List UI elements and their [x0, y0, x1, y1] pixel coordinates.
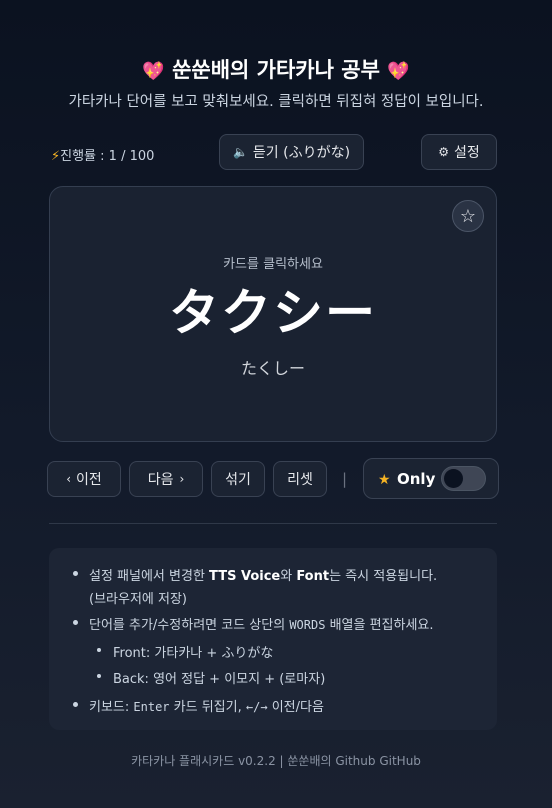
shuffle-button-label: 섞기: [225, 472, 251, 488]
only-label: Only: [397, 470, 436, 488]
sub-bullet: [97, 674, 101, 678]
card-word: タクシー: [169, 284, 377, 342]
progress-label: 진행률 : 1 / 100: [60, 149, 155, 164]
progress-indicator: ⚡진행률 : 1 / 100: [51, 145, 154, 164]
speaker-icon: 🔈: [232, 145, 248, 159]
toggle-knob: [444, 469, 463, 488]
next-button[interactable]: 다음 ›: [129, 461, 203, 497]
page-title-text: 쑨쑨배의 가타카나 공부: [172, 58, 380, 82]
footer: 카타카나 플래시카드 v0.2.2 | 쑨쑨배의 Github GitHub: [131, 754, 421, 768]
star-icon: ☆: [459, 205, 477, 227]
next-button-label: 다음: [147, 472, 174, 488]
lightning-icon: ⚡: [51, 149, 61, 164]
settings-button[interactable]: ⚙ 설정: [421, 134, 497, 170]
shuffle-button[interactable]: 섞기: [211, 461, 265, 497]
prev-button-label: 이전: [76, 472, 102, 488]
bullet: [73, 620, 78, 625]
settings-button-label: 설정: [454, 145, 480, 161]
divider: [49, 523, 497, 524]
info-subitem-front: Front: 가타카나 + ふりがな: [113, 646, 274, 661]
chevron-right-icon: ›: [179, 472, 185, 486]
gear-icon: ⚙: [438, 145, 449, 159]
bullet: [73, 571, 78, 576]
card-reading: たくしー: [240, 359, 305, 378]
separator: |: [342, 470, 348, 488]
sub-bullet: [97, 648, 101, 652]
page-title: 💖 쑨쑨배의 가타카나 공부 💖: [0, 54, 552, 84]
chevron-left-icon: ‹: [66, 472, 72, 486]
info-subitem-back: Back: 영어 정답 + 이모지 + (로마자): [113, 672, 326, 687]
info-item-settings: 설정 패널에서 변경한 TTS Voice와 Font는 즉시 적용됩니다.: [89, 569, 438, 584]
info-item-words: 단어를 추가/수정하려면 코드 상단의 WORDS 배열을 편집하세요.: [89, 618, 434, 633]
star-filled-icon: ★: [378, 472, 391, 488]
reset-button-label: 리셋: [287, 472, 313, 488]
listen-button-label: 듣기 (ふりがな): [252, 145, 351, 161]
listen-button[interactable]: 🔈 듣기 (ふりがな): [219, 134, 364, 170]
card-hint: 카드를 클릭하세요: [223, 257, 323, 272]
sparkling-heart-icon: 💖: [387, 61, 410, 82]
favorite-star-button[interactable]: ☆: [452, 200, 484, 232]
prev-button[interactable]: ‹ 이전: [47, 461, 121, 497]
info-item-keyboard: 키보드: Enter 카드 뒤집기, ←/→ 이전/다음: [89, 700, 324, 715]
page-subtitle: 가타카나 단어를 보고 맞춰보세요. 클릭하면 뒤집혀 정답이 보입니다.: [68, 94, 484, 110]
info-item-settings-note: (브라우저에 저장): [89, 592, 187, 607]
reset-button[interactable]: 리셋: [273, 461, 327, 497]
bullet: [73, 702, 78, 707]
sparkling-heart-icon: 💖: [142, 61, 165, 82]
